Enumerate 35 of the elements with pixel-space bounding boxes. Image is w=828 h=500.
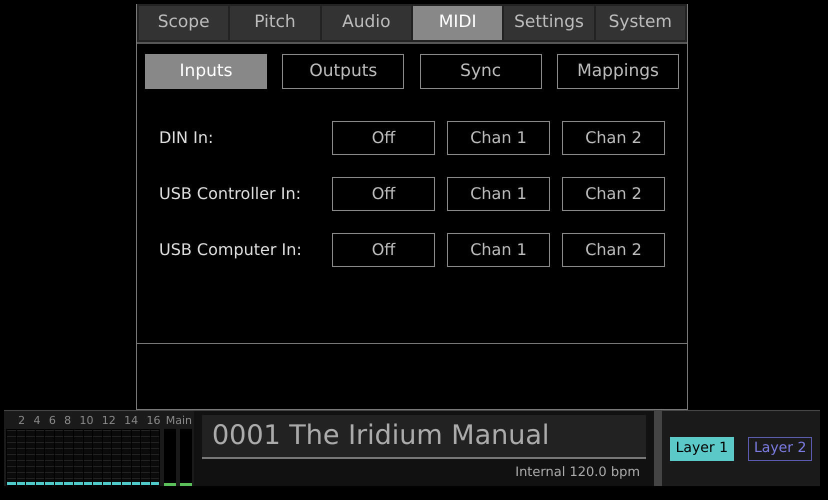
setting-label: USB Controller In: [159, 183, 302, 205]
option-button[interactable]: Chan 2 [562, 121, 665, 155]
option-button[interactable]: Chan 2 [562, 233, 665, 267]
channel-number: 2 [18, 412, 26, 428]
clock-status: Internal 120.0 bpm [515, 464, 640, 482]
option-button[interactable]: Chan 1 [447, 177, 550, 211]
subtab[interactable]: Mappings [556, 54, 679, 89]
channel-number: 10 [79, 412, 94, 428]
setting-label: DIN In: [159, 127, 214, 149]
option-button[interactable]: Off [332, 233, 435, 267]
channel-number: 16 [146, 412, 160, 428]
channel-number: 6 [48, 412, 56, 428]
tab[interactable]: System [596, 6, 685, 40]
subtab[interactable]: Inputs [145, 54, 267, 89]
layer-button[interactable]: Layer 1 [670, 436, 734, 460]
main-label: Main [166, 412, 192, 428]
tab[interactable]: Audio [322, 6, 411, 40]
subtab[interactable]: Outputs [282, 54, 404, 89]
option-button[interactable]: Chan 1 [447, 233, 550, 267]
tab[interactable]: Scope [139, 6, 228, 40]
tab[interactable]: Settings [504, 6, 594, 40]
option-button[interactable]: Off [332, 177, 435, 211]
channel-number: 14 [124, 412, 138, 428]
setting-label: USB Computer In: [159, 239, 303, 261]
channel-number: 12 [102, 412, 116, 428]
layer-button[interactable]: Layer 2 [748, 436, 812, 460]
option-button[interactable]: Chan 1 [447, 121, 550, 155]
channel-number: 8 [64, 412, 72, 428]
option-button[interactable]: Off [332, 121, 435, 155]
subtab[interactable]: Sync [420, 54, 542, 89]
tab[interactable]: MIDI [412, 6, 502, 40]
preset-name: 0001 The Iridium Manual [212, 418, 550, 453]
option-button[interactable]: Chan 2 [562, 177, 665, 211]
tab[interactable]: Pitch [230, 6, 320, 40]
channel-number: 4 [33, 412, 40, 428]
